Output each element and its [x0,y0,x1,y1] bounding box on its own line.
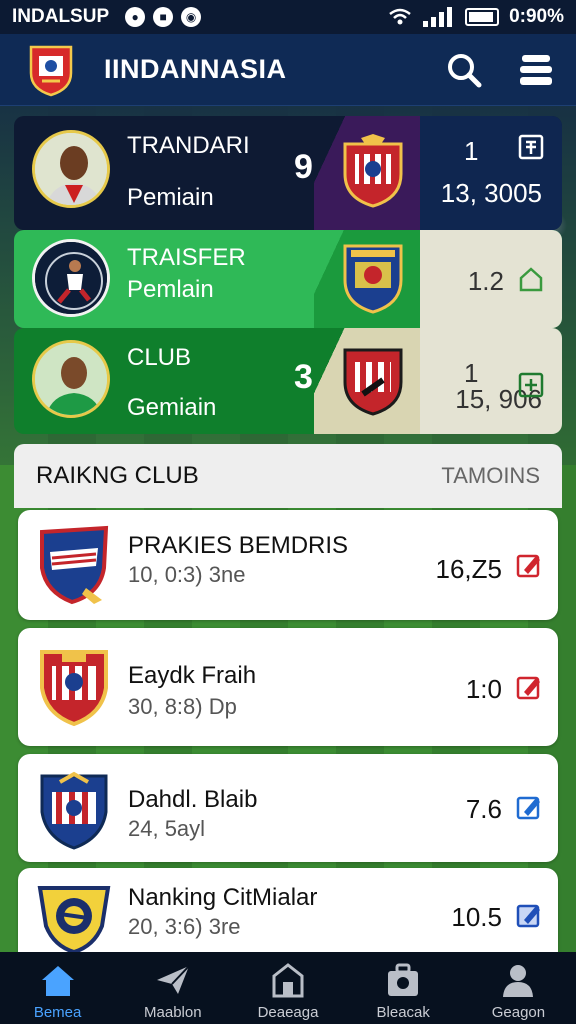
ranking-title: RAIKNG CLUB [36,462,199,489]
paper-plane-icon [156,965,190,994]
club-detail: 24, 5ayl [128,816,206,841]
home-icon [41,966,74,996]
club-crest [40,525,109,605]
ranking-row[interactable]: Nanking CitMialar 20, 3:6) 3re 10.5 [18,868,558,955]
card-count: 9 [294,148,313,186]
club-score: 10.5 [451,902,502,932]
signal-icon [423,7,453,27]
club-crest [37,886,111,955]
ranking-header: RAIKNG CLUB TAMOINS [14,444,562,508]
nav-label: Bleacak [376,1004,430,1021]
menu-button[interactable] [516,50,556,90]
notification-icon: ● [125,7,146,27]
card-subtitle: Pemiain [127,184,214,211]
hero-card-club[interactable]: CLUB Gemiain 3 1 15, 906 [14,328,562,434]
club-detail: 10, 0:3) 3ne [128,562,246,587]
ranking-row[interactable]: Dahdl. Blaib 24, 5ayl 7.6 [18,754,558,862]
messenger-icon: ◉ [181,7,202,27]
carrier-label: INDALSUP [12,6,110,27]
edit-icon[interactable] [516,552,542,578]
wifi-icon [389,8,411,25]
club-crest [343,244,403,314]
card-value: 1.2 [467,266,504,296]
store-icon [272,963,304,998]
nav-label: Maablon [144,1004,202,1021]
camera-bag-icon [388,963,419,996]
search-button[interactable] [444,50,484,90]
status-bar: INDALSUP ● ■ ◉ 0:90% [0,0,576,34]
club-score: 1:0 [465,674,502,704]
menu-icon [520,55,552,85]
edit-icon[interactable] [516,794,542,820]
club-score: 16,Z5 [435,554,503,584]
nav-label: Geagon [491,1004,546,1021]
card-value: 13, 3005 [440,178,542,208]
person-icon [503,965,534,997]
club-detail: 30, 8:8) Dp [128,694,237,719]
search-icon [448,54,482,88]
nav-item-messages[interactable]: Maablon [115,952,230,1024]
status-time: 0:90% [509,6,564,27]
nav-item-profile[interactable]: Geagon [461,952,576,1024]
nav-item-bag[interactable]: Bleacak [346,952,461,1024]
club-name: Nanking CitMialar [128,884,318,911]
club-crest [40,771,108,850]
card-title: TRAISFER [127,244,246,271]
grid-box-icon[interactable] [518,134,544,160]
edit-icon[interactable] [516,674,542,700]
nav-label: Bemea [33,1004,82,1021]
card-subtitle: Gemiain [127,394,217,421]
nav-item-home[interactable]: Bemea [0,952,115,1024]
plus-box-icon[interactable] [518,372,544,398]
app-header: IINDANNASIA [0,34,576,106]
club-name: Eaydk Fraih [128,662,257,689]
nav-label: Deaeaga [257,1004,319,1021]
club-crest [343,134,403,208]
club-score: 7.6 [465,794,502,824]
card-rank: 1 [464,136,479,166]
card-count: 3 [294,358,313,396]
federation-logo [29,45,73,96]
club-name: PRAKIES BEMDRIS [128,532,349,559]
player-avatar [32,130,110,208]
club-detail: 20, 3:6) 3re [128,914,241,939]
house-outline-icon[interactable] [518,266,544,292]
player-avatar [32,340,110,418]
app-title: IINDANNASIA [104,54,287,84]
ranking-row[interactable]: Eaydk Fraih 30, 8:8) Dp 1:0 [18,628,558,746]
player-avatar [32,239,110,317]
club-name: Dahdl. Blaib [128,786,258,813]
card-title: CLUB [127,344,192,371]
hero-card-transfer[interactable]: TRAISFER Pemlain 1.2 [14,230,562,328]
club-crest [40,650,108,727]
app-notification-icon: ■ [153,7,174,27]
edit-icon[interactable] [516,902,542,928]
battery-icon [465,8,500,26]
ranking-action-link[interactable]: TAMOINS [441,463,540,489]
nav-item-store[interactable]: Deaeaga [230,952,345,1024]
card-title: TRANDARI [127,132,250,159]
club-crest [343,348,403,416]
hero-card-transfer-player[interactable]: TRANDARI Pemiain 9 1 13, 3005 [14,116,562,230]
card-subtitle: Pemlain [127,276,214,303]
ranking-row[interactable]: PRAKIES BEMDRIS 10, 0:3) 3ne 16,Z5 [18,510,558,620]
bottom-navigation: Bemea Maablon Deaeaga Bleacak Geagon [0,952,576,1024]
